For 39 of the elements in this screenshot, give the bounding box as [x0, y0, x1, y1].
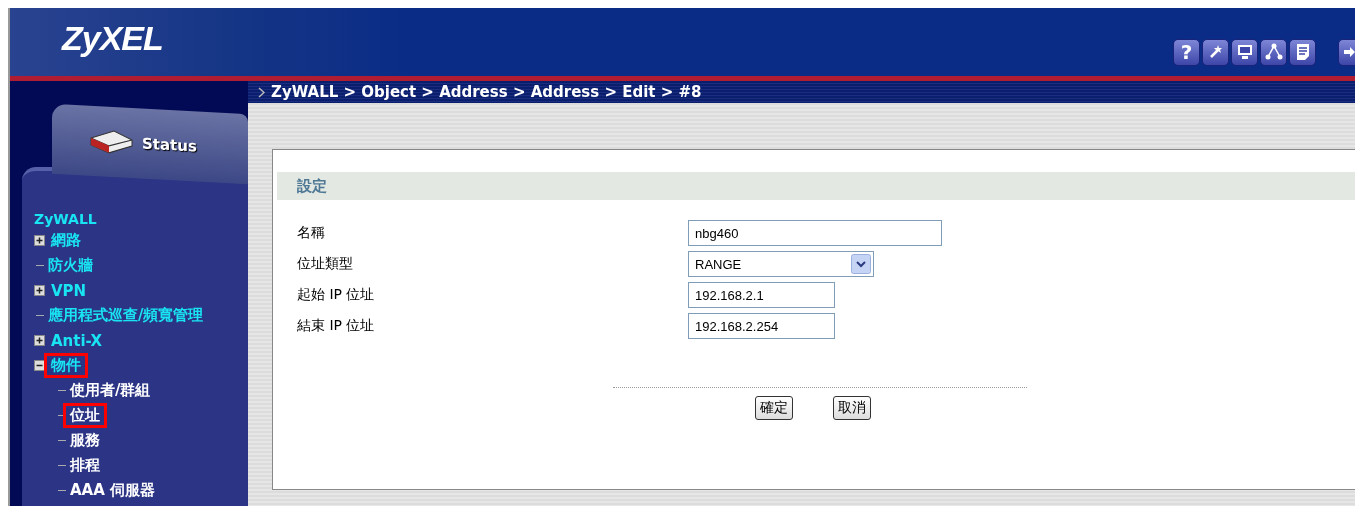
- menu-item[interactable]: 使用者/群組: [63, 378, 158, 403]
- section-title: 設定: [297, 176, 327, 196]
- field-label: 起始 IP 位址: [297, 286, 376, 304]
- form-button[interactable]: 取消: [833, 396, 871, 420]
- menu-item[interactable]: 位址: [63, 403, 107, 428]
- field-label: 名稱: [297, 224, 326, 242]
- input-field[interactable]: 192.168.2.254: [688, 313, 835, 339]
- menu-item[interactable]: VPN: [44, 278, 94, 303]
- network-icon: [1264, 43, 1283, 61]
- input-field[interactable]: 192.168.2.1: [688, 282, 835, 308]
- form-button[interactable]: 確定: [755, 396, 793, 420]
- menu-item[interactable]: Anti-X: [44, 328, 110, 353]
- menu-item[interactable]: 物件: [44, 353, 88, 378]
- expand-icon[interactable]: [34, 285, 45, 296]
- menu-item[interactable]: AAA 伺服器: [63, 478, 163, 503]
- expand-icon[interactable]: [34, 235, 45, 246]
- expand-icon[interactable]: [34, 335, 45, 346]
- menu-item[interactable]: 防火牆: [41, 253, 100, 278]
- menu-item[interactable]: 服務: [63, 428, 107, 453]
- caret-icon: [851, 254, 871, 274]
- chevron-icon: [258, 86, 265, 98]
- type-dropdown[interactable]: RANGE: [688, 251, 874, 277]
- monitor-icon: [1235, 43, 1254, 61]
- breadcrumb: ZyWALL > Object > Address > Address > Edit > #8: [271, 83, 702, 101]
- wizard-button[interactable]: [1202, 38, 1229, 66]
- menu-item[interactable]: 排程: [63, 453, 107, 478]
- collapse-icon[interactable]: [34, 360, 45, 371]
- tree-root[interactable]: ZyWALL: [34, 211, 97, 228]
- field-label: 結束 IP 位址: [297, 317, 376, 335]
- menu-item[interactable]: 網路: [44, 228, 88, 253]
- status-tab[interactable]: Status: [52, 103, 248, 185]
- console-button[interactable]: [1231, 38, 1258, 66]
- network-button[interactable]: [1260, 38, 1287, 66]
- logo: ZyXEL: [62, 18, 163, 58]
- field-label: 位址類型: [297, 255, 354, 273]
- help-button[interactable]: ?: [1173, 38, 1200, 66]
- menu-item[interactable]: 應用程式巡查/頻寬管理: [41, 303, 211, 328]
- log-button[interactable]: [1289, 38, 1316, 66]
- input-field[interactable]: nbg460: [688, 220, 942, 246]
